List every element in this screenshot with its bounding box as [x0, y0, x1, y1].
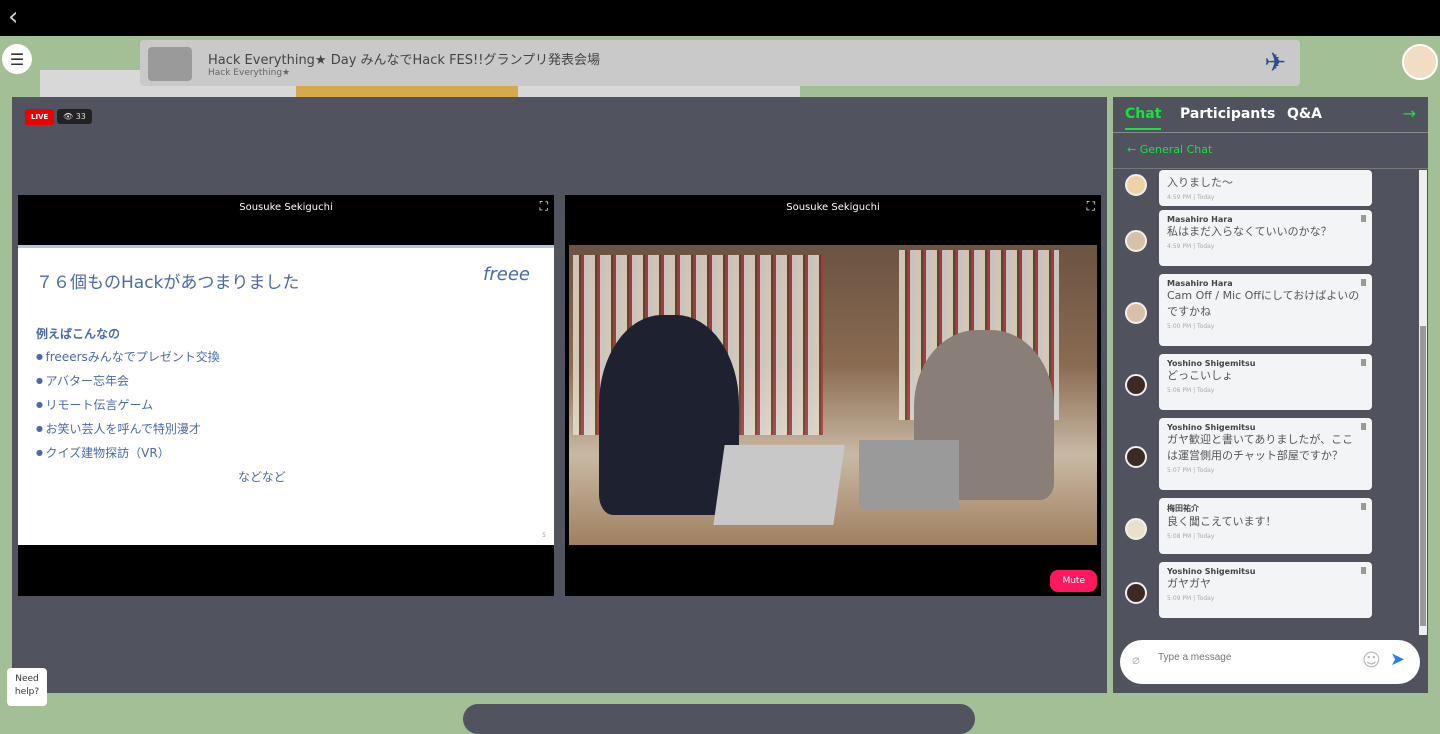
tab-qa[interactable]: Q&A — [1287, 106, 1322, 122]
message-author: Yoshino Shigemitsu — [1167, 567, 1256, 576]
avatar — [1125, 230, 1147, 252]
avatar — [1125, 174, 1147, 196]
slide-item: アバター忘年会 — [36, 372, 220, 396]
message-text: ガヤガヤ — [1167, 577, 1211, 590]
viewer-count-value: 33 — [75, 112, 86, 121]
message-author: Yoshino Shigemitsu — [1167, 359, 1256, 368]
message-text: どっこいしょ — [1167, 369, 1233, 382]
message-author: Masahiro Hara — [1167, 279, 1233, 288]
channel-name: General Chat — [1139, 143, 1213, 156]
message-text: 良く聞こえています！ — [1167, 515, 1277, 528]
hamburger-icon: ☰ — [9, 49, 25, 69]
tile-name: Sousuke Sekiguchi — [239, 202, 333, 213]
live-badge: LIVE — [25, 109, 55, 125]
send-icon[interactable]: ➤ — [1390, 649, 1405, 670]
message-author: Masahiro Hara — [1167, 215, 1233, 224]
mute-button[interactable]: Mute — [1050, 570, 1097, 592]
slide-footer: などなど — [238, 470, 286, 484]
message-author: Yoshino Shigemitsu — [1167, 423, 1256, 432]
event-title: Hack Everything★ Day みんなでHack FES!!グランプリ… — [208, 53, 601, 68]
trash-icon[interactable] — [1361, 359, 1366, 366]
message-input[interactable] — [1158, 652, 1358, 663]
arrow-left-icon: ← — [1127, 143, 1140, 156]
chat-message: Yoshino Shigemitsu どっこいしょ 5:06 PM | Today — [1159, 354, 1372, 410]
slide-subtitle: 例えばこんなの — [36, 327, 121, 341]
message-time: 5:06 PM | Today — [1167, 387, 1215, 394]
slide-item: クイズ建物探訪（VR） — [36, 444, 220, 468]
message-author: 梅田祐介 — [1167, 504, 1199, 513]
back-icon[interactable]: ‹ — [8, 4, 18, 30]
viewer-count: 👁 33 — [57, 109, 92, 124]
slide-item: お笑い芸人を呼んで特別漫才 — [36, 420, 220, 444]
avatar — [1125, 518, 1147, 540]
video-tile-screen[interactable]: Sousuke Sekiguchi ⛶ ７６個ものHackがあつまりました fr… — [18, 195, 554, 596]
freee-logo-icon: ✈ — [1264, 48, 1286, 78]
chat-panel: Chat Participants Q&A → ← General Chat 入… — [1113, 97, 1428, 693]
message-time: 5:07 PM | Today — [1167, 467, 1215, 474]
slide-item: リモート伝言ゲーム — [36, 396, 220, 420]
slide-title: ７６個ものHackがあつまりました — [36, 273, 300, 293]
user-avatar[interactable] — [1402, 44, 1438, 80]
fullscreen-icon[interactable]: ⛶ — [1087, 199, 1095, 214]
avatar — [1125, 374, 1147, 396]
message-list: 入りました〜 4:59 PM | Today Masahiro Hara 私はまだ入… — [1113, 170, 1419, 635]
chat-message: 入りました〜 4:59 PM | Today — [1159, 170, 1372, 206]
trash-icon[interactable] — [1361, 279, 1366, 286]
channel-back[interactable]: ← General Chat — [1113, 133, 1428, 169]
tile-name: Sousuke Sekiguchi — [786, 202, 880, 213]
chat-message: Masahiro Hara 私はまだ入らなくていいのかな？ 4:59 PM | To… — [1159, 210, 1372, 266]
chat-tabs: Chat Participants Q&A → — [1113, 97, 1428, 133]
slide-list: freeersみんなでプレゼント交換 アバター忘年会 リモート伝言ゲーム お笑い… — [36, 348, 220, 468]
trash-icon[interactable] — [1361, 503, 1366, 510]
avatar — [1125, 446, 1147, 468]
message-text: Cam Off / Mic Offにしておけばよいのですかね — [1167, 289, 1360, 318]
trash-icon[interactable] — [1361, 215, 1366, 222]
event-header: Hack Everything★ Day みんなでHack FES!!グランプリ… — [140, 40, 1300, 86]
eye-icon: 👁 — [63, 112, 74, 121]
menu-button[interactable]: ☰ — [2, 44, 32, 74]
attachment-icon[interactable]: ⌀ — [1132, 653, 1140, 668]
avatar — [1125, 582, 1147, 604]
slide-logo: freee — [483, 264, 530, 285]
presentation-slide: ７６個ものHackがあつまりました freee 例えばこんなの freeersみ… — [18, 245, 554, 545]
chat-message: Yoshino Shigemitsu ガヤ歓迎と書いてありましたが、ここは運営側用… — [1159, 418, 1372, 490]
top-bar: ‹ — [0, 0, 1440, 36]
video-tile-camera[interactable]: Sousuke Sekiguchi ⛶ Mute — [565, 195, 1101, 596]
message-text: ガヤ歓迎と書いてありましたが、ここは運営側用のチャット部屋ですか？ — [1167, 433, 1354, 462]
event-thumbnail — [148, 47, 192, 81]
emoji-icon[interactable]: ☺ — [1362, 650, 1381, 671]
message-composer: ⌀ ☺ ➤ — [1120, 640, 1420, 684]
message-time: 5:08 PM | Today — [1167, 533, 1215, 540]
tab-chat[interactable]: Chat — [1125, 106, 1162, 130]
avatar — [1125, 302, 1147, 324]
trash-icon[interactable] — [1361, 567, 1366, 574]
tab-participants[interactable]: Participants — [1180, 106, 1275, 122]
bottom-toolbar[interactable] — [463, 704, 975, 734]
message-time: 5:09 PM | Today — [1167, 595, 1215, 602]
fullscreen-icon[interactable]: ⛶ — [540, 199, 548, 214]
stage: LIVE 👁 33 Sousuke Sekiguchi ⛶ ７６個ものHackが… — [12, 97, 1107, 693]
message-text: 私はまだ入らなくていいのかな？ — [1167, 225, 1332, 238]
help-button[interactable]: Need help? — [7, 668, 47, 706]
chat-message: Yoshino Shigemitsu ガヤガヤ 5:09 PM | Today — [1159, 562, 1372, 618]
chat-scrollbar[interactable] — [1419, 170, 1427, 635]
event-subtitle: Hack Everything★ — [208, 68, 291, 78]
chat-message: 梅田祐介良く聞こえています！ 5:08 PM | Today — [1159, 498, 1372, 554]
slide-item: freeersみんなでプレゼント交換 — [36, 348, 220, 372]
slide-page: 5 — [542, 532, 546, 539]
camera-feed — [569, 245, 1097, 545]
arrow-right-icon[interactable]: → — [1403, 104, 1416, 123]
message-time: 5:00 PM | Today — [1167, 323, 1215, 330]
message-time: 4:59 PM | Today — [1167, 194, 1215, 201]
chat-message: Masahiro Hara Cam Off / Mic Offにしておけばよいので… — [1159, 274, 1372, 346]
message-time: 4:59 PM | Today — [1167, 243, 1215, 250]
trash-icon[interactable] — [1361, 423, 1366, 430]
message-text: 入りました〜 — [1167, 176, 1233, 189]
